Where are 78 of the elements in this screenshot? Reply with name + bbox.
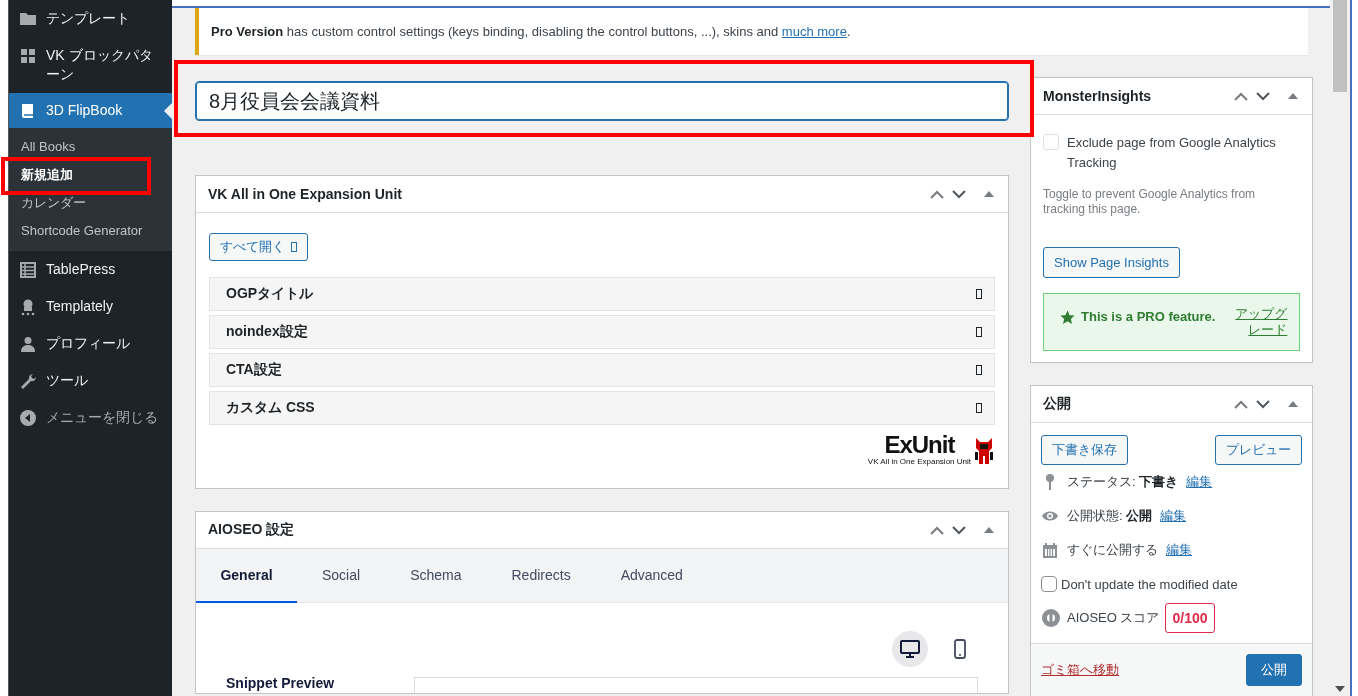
score-label: AIOSEO スコア — [1067, 609, 1160, 627]
publish-button[interactable]: 公開 — [1246, 654, 1303, 686]
checkbox-label: Don't update the modified date — [1061, 576, 1238, 592]
menu-item[interactable]: プロフィール — [9, 325, 172, 362]
tab[interactable]: Schema — [385, 549, 487, 603]
submenu-item[interactable]: All Books — [9, 133, 172, 161]
tab[interactable]: Redirects — [486, 549, 596, 603]
box-title: AIOSEO 設定 — [208, 521, 296, 539]
menu-item[interactable]: TablePress — [9, 251, 172, 288]
accordion-row[interactable]: CTA設定 — [209, 353, 995, 387]
row-text: すぐに公開する — [1067, 541, 1158, 559]
menu-item[interactable]: ツール — [9, 362, 172, 399]
submenu-item[interactable]: カレンダー — [9, 189, 172, 217]
tab[interactable]: Social — [297, 549, 386, 603]
much-more-link[interactable]: much more — [781, 24, 847, 39]
exunit-logo-text: ExUnit — [884, 433, 955, 457]
menu-item[interactable]: テンプレート — [9, 0, 172, 37]
person-icon — [19, 335, 37, 353]
grid-icon — [19, 47, 37, 65]
tab[interactable]: Advanced — [595, 549, 708, 603]
chevron-down-icon[interactable] — [1256, 91, 1271, 101]
submenu-item[interactable]: 新規追加 — [9, 161, 172, 189]
checkbox-label: Exclude page from Google Analytics Tracking — [1067, 134, 1277, 172]
missing-glyph-icon — [291, 242, 297, 252]
missing-glyph-icon — [976, 327, 982, 337]
box-title: MonsterInsights — [1043, 88, 1153, 104]
scrollbar-thumb[interactable] — [1333, 0, 1347, 92]
chevron-up-icon[interactable] — [930, 525, 944, 535]
logo-caption: VK All in One Expansion Unit — [867, 457, 971, 466]
pro-notice-text: This is a PRO feature. — [1081, 309, 1216, 324]
edit-link[interactable]: 編集 — [1160, 507, 1187, 525]
title-field[interactable]: 8月役員会会議資料 — [195, 81, 1009, 121]
phone-icon — [954, 639, 966, 659]
collapse-icon — [19, 409, 37, 427]
chevron-down-icon[interactable] — [952, 525, 966, 535]
upgrade-link[interactable]: アップグレード — [1227, 306, 1288, 338]
checkbox[interactable] — [1041, 576, 1057, 592]
menu-item[interactable]: VK ブロックパターン — [9, 37, 172, 93]
desktop-preview-button[interactable] — [892, 631, 928, 667]
trash-link[interactable]: ゴミ箱へ移動 — [1041, 661, 1119, 679]
save-draft-button[interactable]: 下書き保存 — [1041, 435, 1128, 465]
table-icon — [19, 261, 37, 279]
score-badge: 0/100 — [1165, 603, 1215, 633]
chevron-down-icon[interactable] — [1256, 399, 1271, 409]
folder-icon — [19, 10, 37, 28]
help-text: Toggle to prevent Google Analytics from tracking this page. — [1043, 187, 1257, 217]
edit-link[interactable]: 編集 — [1166, 541, 1192, 559]
accordion-row[interactable]: OGPタイトル — [209, 277, 995, 311]
chevron-up-icon[interactable] — [1234, 399, 1249, 409]
expand-all-button[interactable]: すべて開く — [209, 233, 308, 261]
row-text: 公開状態: 公開 — [1067, 507, 1153, 525]
chevron-up-icon[interactable] — [930, 189, 944, 199]
missing-glyph-icon — [976, 289, 982, 299]
missing-glyph-icon — [976, 403, 982, 413]
menu-item[interactable]: Templately — [9, 288, 172, 325]
menu-item[interactable]: 3D FlipBook — [9, 93, 172, 128]
calendar-icon — [1041, 541, 1059, 559]
chevron-down-icon[interactable] — [952, 189, 966, 199]
row-text: ステータス: 下書き — [1067, 473, 1179, 491]
star-icon — [1060, 310, 1075, 325]
monitor-icon — [900, 640, 920, 658]
missing-glyph-icon — [976, 365, 982, 375]
show-page-insights-button[interactable]: Show Page Insights — [1043, 247, 1180, 278]
menu-item[interactable]: メニューを閉じる — [9, 399, 172, 436]
accordion-row[interactable]: カスタム CSS — [209, 391, 995, 425]
notice-text: Pro Version has custom control settings (keys binding, disabling the control buttons, ...), skins and much more. — [211, 24, 852, 39]
tab[interactable]: General — [196, 549, 297, 603]
chevron-up-icon[interactable] — [1234, 91, 1249, 101]
eye-icon — [1041, 510, 1059, 522]
preview-button[interactable]: プレビュー — [1215, 435, 1303, 465]
field-label: Snippet Preview — [226, 675, 335, 691]
edit-link[interactable]: 編集 — [1186, 473, 1213, 491]
submenu-item[interactable]: Shortcode Generator — [9, 217, 172, 245]
box-title: VK All in One Expansion Unit — [208, 186, 403, 202]
accordion-row[interactable]: noindex設定 — [209, 315, 995, 349]
box-title: 公開 — [1043, 395, 1072, 413]
scroll-down-arrow-icon[interactable] — [1335, 686, 1345, 692]
wrench-icon — [19, 372, 37, 390]
